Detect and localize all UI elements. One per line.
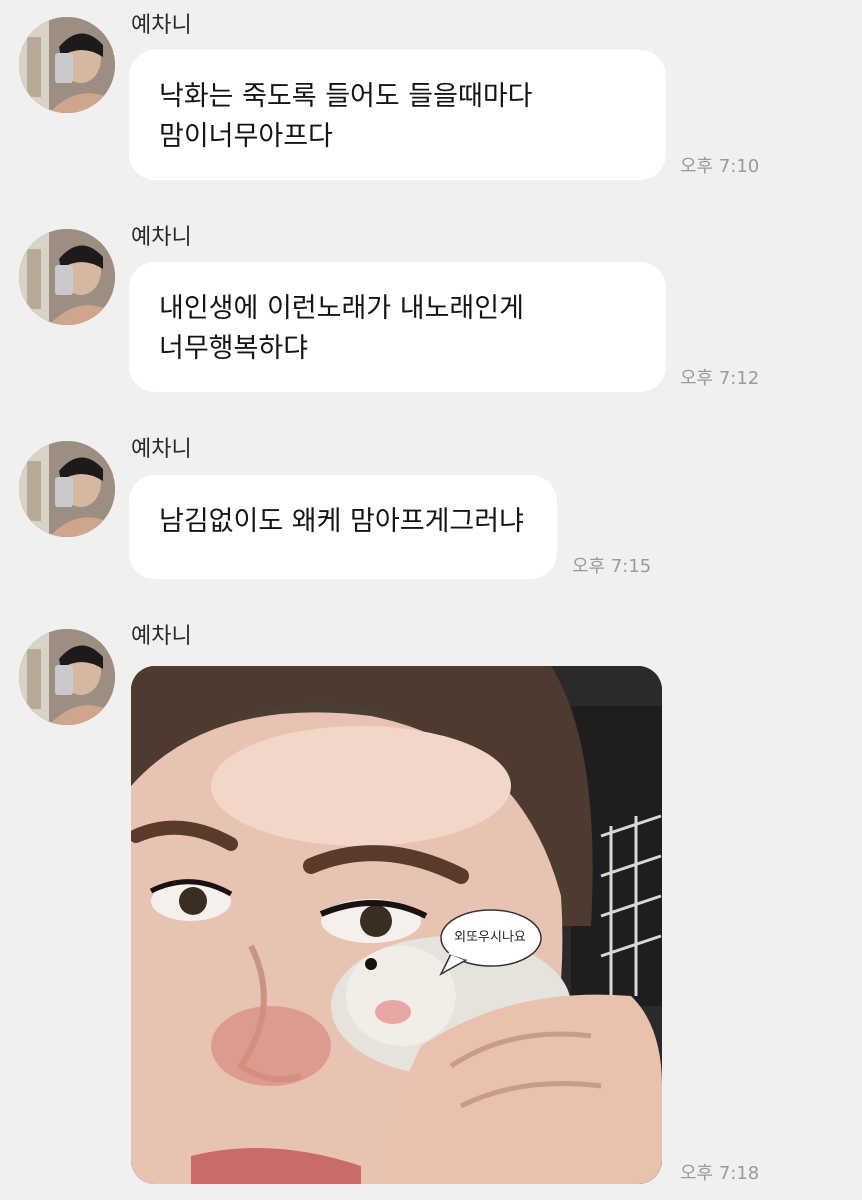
message-bubble[interactable]: 남김없이도 왜케 맘아프게그러냐 xyxy=(129,475,557,579)
avatar[interactable] xyxy=(19,17,115,113)
sender-name: 예차니 xyxy=(131,225,192,250)
avatar[interactable] xyxy=(19,229,115,325)
message-text: 남김없이도 왜케 맘아프게그러냐 xyxy=(159,506,524,537)
message-bubble[interactable]: 내인생에 이런노래가 내노래인게 너무행복하댜 xyxy=(129,262,666,392)
timestamp: 오후 7:15 xyxy=(572,556,652,577)
timestamp: 오후 7:10 xyxy=(680,156,760,177)
avatar[interactable] xyxy=(19,441,115,537)
message-text: 너무행복하댜 xyxy=(159,333,309,364)
message-text: 낙화는 죽도록 들어도 들을때마다 xyxy=(159,81,533,112)
avatar[interactable] xyxy=(19,629,115,725)
timestamp: 오후 7:18 xyxy=(680,1163,760,1184)
message-text: 내인생에 이런노래가 내노래인게 xyxy=(159,293,524,324)
sender-name: 예차니 xyxy=(131,624,192,649)
message-text: 맘이너무아프다 xyxy=(159,121,333,152)
timestamp: 오후 7:12 xyxy=(680,368,760,389)
message-bubble[interactable]: 낙화는 죽도록 들어도 들을때마다 맘이너무아프다 xyxy=(129,50,666,180)
sender-name: 예차니 xyxy=(131,13,192,38)
image-speech-text: 외또우시나요 xyxy=(454,930,526,945)
sender-name: 예차니 xyxy=(131,437,192,462)
photo-message[interactable] xyxy=(131,666,662,1184)
